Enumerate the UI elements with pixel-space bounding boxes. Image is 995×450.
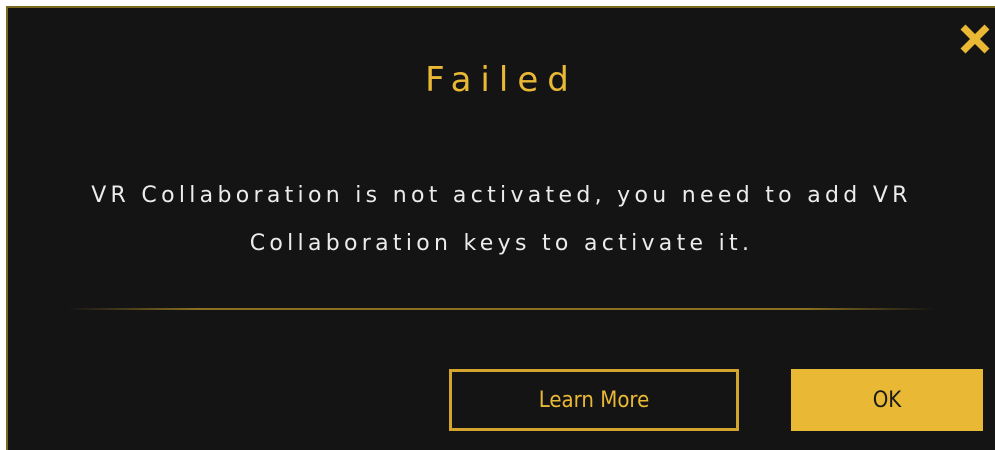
failed-dialog: Failed VR Collaboration is not activated…: [6, 6, 995, 450]
close-icon[interactable]: [957, 20, 993, 58]
divider: [68, 308, 935, 310]
dialog-message: VR Collaboration is not activated, you n…: [91, 183, 912, 256]
ok-button[interactable]: OK: [791, 369, 983, 431]
dialog-title: Failed: [425, 60, 578, 100]
learn-more-button[interactable]: Learn More: [449, 369, 739, 431]
